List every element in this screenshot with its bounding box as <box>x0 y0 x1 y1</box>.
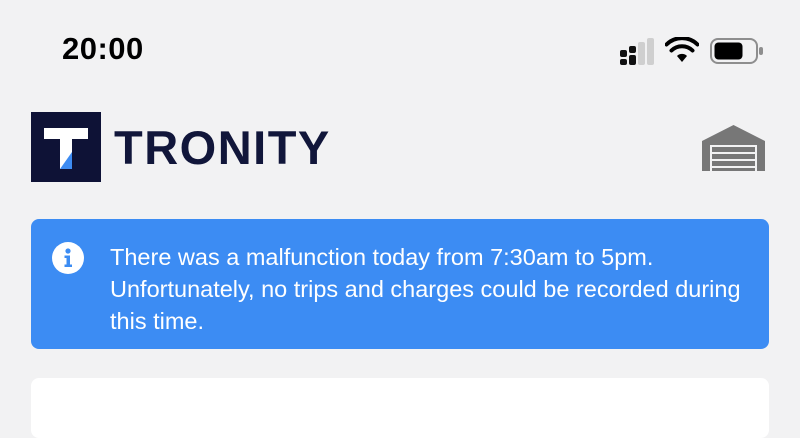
content-card <box>31 378 769 438</box>
malfunction-alert-banner: There was a malfunction today from 7:30a… <box>31 219 769 349</box>
status-time: 20:00 <box>62 31 144 66</box>
logo-t-icon <box>44 128 88 169</box>
wifi-icon <box>665 37 699 62</box>
alert-message: There was a malfunction today from 7:30a… <box>110 244 741 334</box>
info-icon <box>52 242 84 274</box>
garage-icon[interactable] <box>702 125 765 171</box>
battery-icon <box>710 38 763 64</box>
cellular-signal-icon <box>620 38 654 65</box>
status-bar: 20:00 <box>0 0 800 100</box>
brand-logo-mark <box>31 112 101 182</box>
brand-name: TRONITY <box>114 121 331 174</box>
